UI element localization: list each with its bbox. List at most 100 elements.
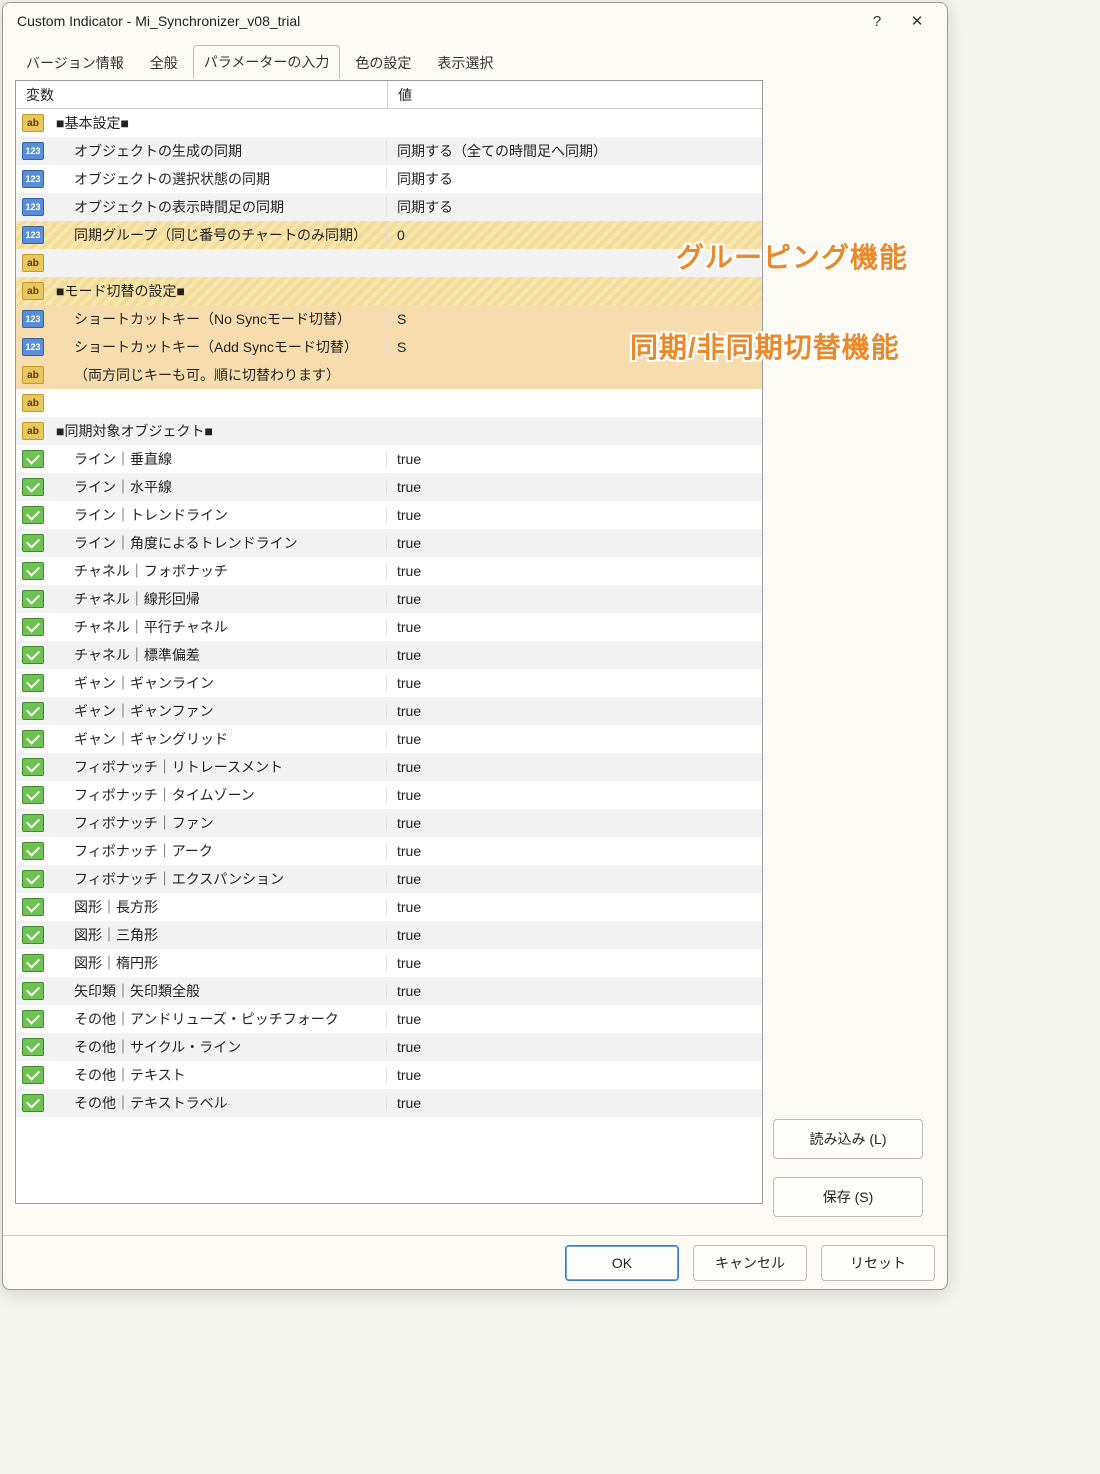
load-button[interactable]: 読み込み (L) [773, 1119, 923, 1159]
cancel-button[interactable]: キャンセル [693, 1245, 807, 1281]
number-type-icon [22, 170, 44, 188]
save-button[interactable]: 保存 (S) [773, 1177, 923, 1217]
help-button[interactable]: ? [857, 13, 897, 30]
table-row[interactable]: チャネル｜標準偏差true [16, 641, 762, 669]
param-value[interactable]: true [386, 843, 762, 859]
param-value[interactable]: true [386, 647, 762, 663]
param-value[interactable]: true [386, 787, 762, 803]
table-row[interactable]: オブジェクトの表示時間足の同期同期する [16, 193, 762, 221]
table-row[interactable]: その他｜サイクル・ラインtrue [16, 1033, 762, 1061]
table-row[interactable]: 図形｜長方形true [16, 893, 762, 921]
param-name: その他｜テキスト [50, 1065, 386, 1085]
close-button[interactable]: ✕ [897, 12, 937, 30]
param-name: フィボナッチ｜タイムゾーン [50, 785, 386, 805]
column-header-variable[interactable]: 変数 [16, 81, 388, 108]
reset-button[interactable]: リセット [821, 1245, 935, 1281]
param-name: 図形｜楕円形 [50, 953, 386, 973]
param-value[interactable]: true [386, 871, 762, 887]
bool-type-icon [22, 898, 44, 916]
column-header-value[interactable]: 値 [388, 81, 762, 108]
bool-type-icon [22, 1038, 44, 1056]
string-type-icon [22, 422, 44, 440]
table-row[interactable]: オブジェクトの選択状態の同期同期する [16, 165, 762, 193]
bool-type-icon [22, 534, 44, 552]
param-value[interactable]: true [386, 815, 762, 831]
dialog-footer: OK キャンセル リセット [3, 1235, 947, 1289]
param-value[interactable]: true [386, 591, 762, 607]
table-row[interactable]: チャネル｜平行チャネルtrue [16, 613, 762, 641]
table-row[interactable]: ギャン｜ギャンラインtrue [16, 669, 762, 697]
annotation-sync-toggle: 同期/非同期切替機能 [630, 326, 900, 366]
table-row[interactable]: ■同期対象オブジェクト■ [16, 417, 762, 445]
param-name: チャネル｜線形回帰 [50, 589, 386, 609]
param-value[interactable]: true [386, 451, 762, 467]
table-row[interactable]: フィボナッチ｜ファンtrue [16, 809, 762, 837]
table-row[interactable]: ギャン｜ギャングリッドtrue [16, 725, 762, 753]
param-value[interactable]: true [386, 563, 762, 579]
param-value[interactable]: true [386, 507, 762, 523]
table-row[interactable]: フィボナッチ｜リトレースメントtrue [16, 753, 762, 781]
param-value[interactable]: true [386, 703, 762, 719]
table-row[interactable]: フィボナッチ｜アークtrue [16, 837, 762, 865]
param-value[interactable]: true [386, 675, 762, 691]
param-value[interactable]: true [386, 955, 762, 971]
param-value[interactable]: true [386, 731, 762, 747]
param-name: フィボナッチ｜ファン [50, 813, 386, 833]
table-row[interactable]: チャネル｜フォボナッチtrue [16, 557, 762, 585]
table-row[interactable]: ライン｜トレンドラインtrue [16, 501, 762, 529]
annotation-grouping: グルーピング機能 [676, 236, 908, 276]
param-value[interactable]: true [386, 1011, 762, 1027]
table-row[interactable]: ライン｜角度によるトレンドラインtrue [16, 529, 762, 557]
table-row[interactable]: 同期グループ（同じ番号のチャートのみ同期）0 [16, 221, 762, 249]
tab-1[interactable]: 全般 [139, 46, 189, 79]
tab-0[interactable]: バージョン情報 [15, 46, 135, 79]
param-value[interactable]: true [386, 927, 762, 943]
table-row[interactable] [16, 389, 762, 417]
number-type-icon [22, 338, 44, 356]
tab-3[interactable]: 色の設定 [344, 46, 422, 79]
param-value[interactable]: true [386, 479, 762, 495]
table-row[interactable]: 図形｜三角形true [16, 921, 762, 949]
bool-type-icon [22, 954, 44, 972]
param-value[interactable]: true [386, 535, 762, 551]
param-value[interactable]: true [386, 619, 762, 635]
table-row[interactable]: その他｜テキストtrue [16, 1061, 762, 1089]
param-value[interactable]: true [386, 983, 762, 999]
param-value[interactable]: 同期する [386, 197, 762, 217]
number-type-icon [22, 198, 44, 216]
table-row[interactable]: オブジェクトの生成の同期同期する（全ての時間足へ同期） [16, 137, 762, 165]
param-value[interactable]: true [386, 1039, 762, 1055]
param-value[interactable]: 同期する [386, 169, 762, 189]
param-name: オブジェクトの選択状態の同期 [50, 169, 386, 189]
param-value[interactable]: S [386, 311, 762, 327]
table-row[interactable]: 図形｜楕円形true [16, 949, 762, 977]
param-value[interactable]: 同期する（全ての時間足へ同期） [386, 141, 762, 161]
param-value[interactable]: true [386, 759, 762, 775]
table-row[interactable]: ライン｜垂直線true [16, 445, 762, 473]
tab-4[interactable]: 表示選択 [426, 46, 504, 79]
param-value[interactable]: true [386, 1067, 762, 1083]
bool-type-icon [22, 674, 44, 692]
param-name: その他｜テキストラベル [50, 1093, 386, 1113]
bool-type-icon [22, 982, 44, 1000]
ok-button[interactable]: OK [565, 1245, 679, 1281]
table-row[interactable]: その他｜アンドリューズ・ピッチフォークtrue [16, 1005, 762, 1033]
param-name: ■モード切替の設定■ [50, 281, 386, 301]
bool-type-icon [22, 786, 44, 804]
table-row[interactable]: ライン｜水平線true [16, 473, 762, 501]
table-row[interactable]: ■モード切替の設定■ [16, 277, 762, 305]
bool-type-icon [22, 1094, 44, 1112]
tab-2[interactable]: パラメーターの入力 [193, 45, 341, 79]
table-row[interactable]: チャネル｜線形回帰true [16, 585, 762, 613]
param-value[interactable]: true [386, 1095, 762, 1111]
table-row[interactable] [16, 249, 762, 277]
table-row[interactable]: ギャン｜ギャンファンtrue [16, 697, 762, 725]
table-row[interactable]: ■基本設定■ [16, 109, 762, 137]
string-type-icon [22, 366, 44, 384]
param-value[interactable]: true [386, 899, 762, 915]
param-name: 同期グループ（同じ番号のチャートのみ同期） [50, 225, 386, 245]
table-row[interactable]: 矢印類｜矢印類全般true [16, 977, 762, 1005]
table-row[interactable]: フィボナッチ｜タイムゾーンtrue [16, 781, 762, 809]
table-row[interactable]: フィボナッチ｜エクスパンションtrue [16, 865, 762, 893]
table-row[interactable]: その他｜テキストラベルtrue [16, 1089, 762, 1117]
